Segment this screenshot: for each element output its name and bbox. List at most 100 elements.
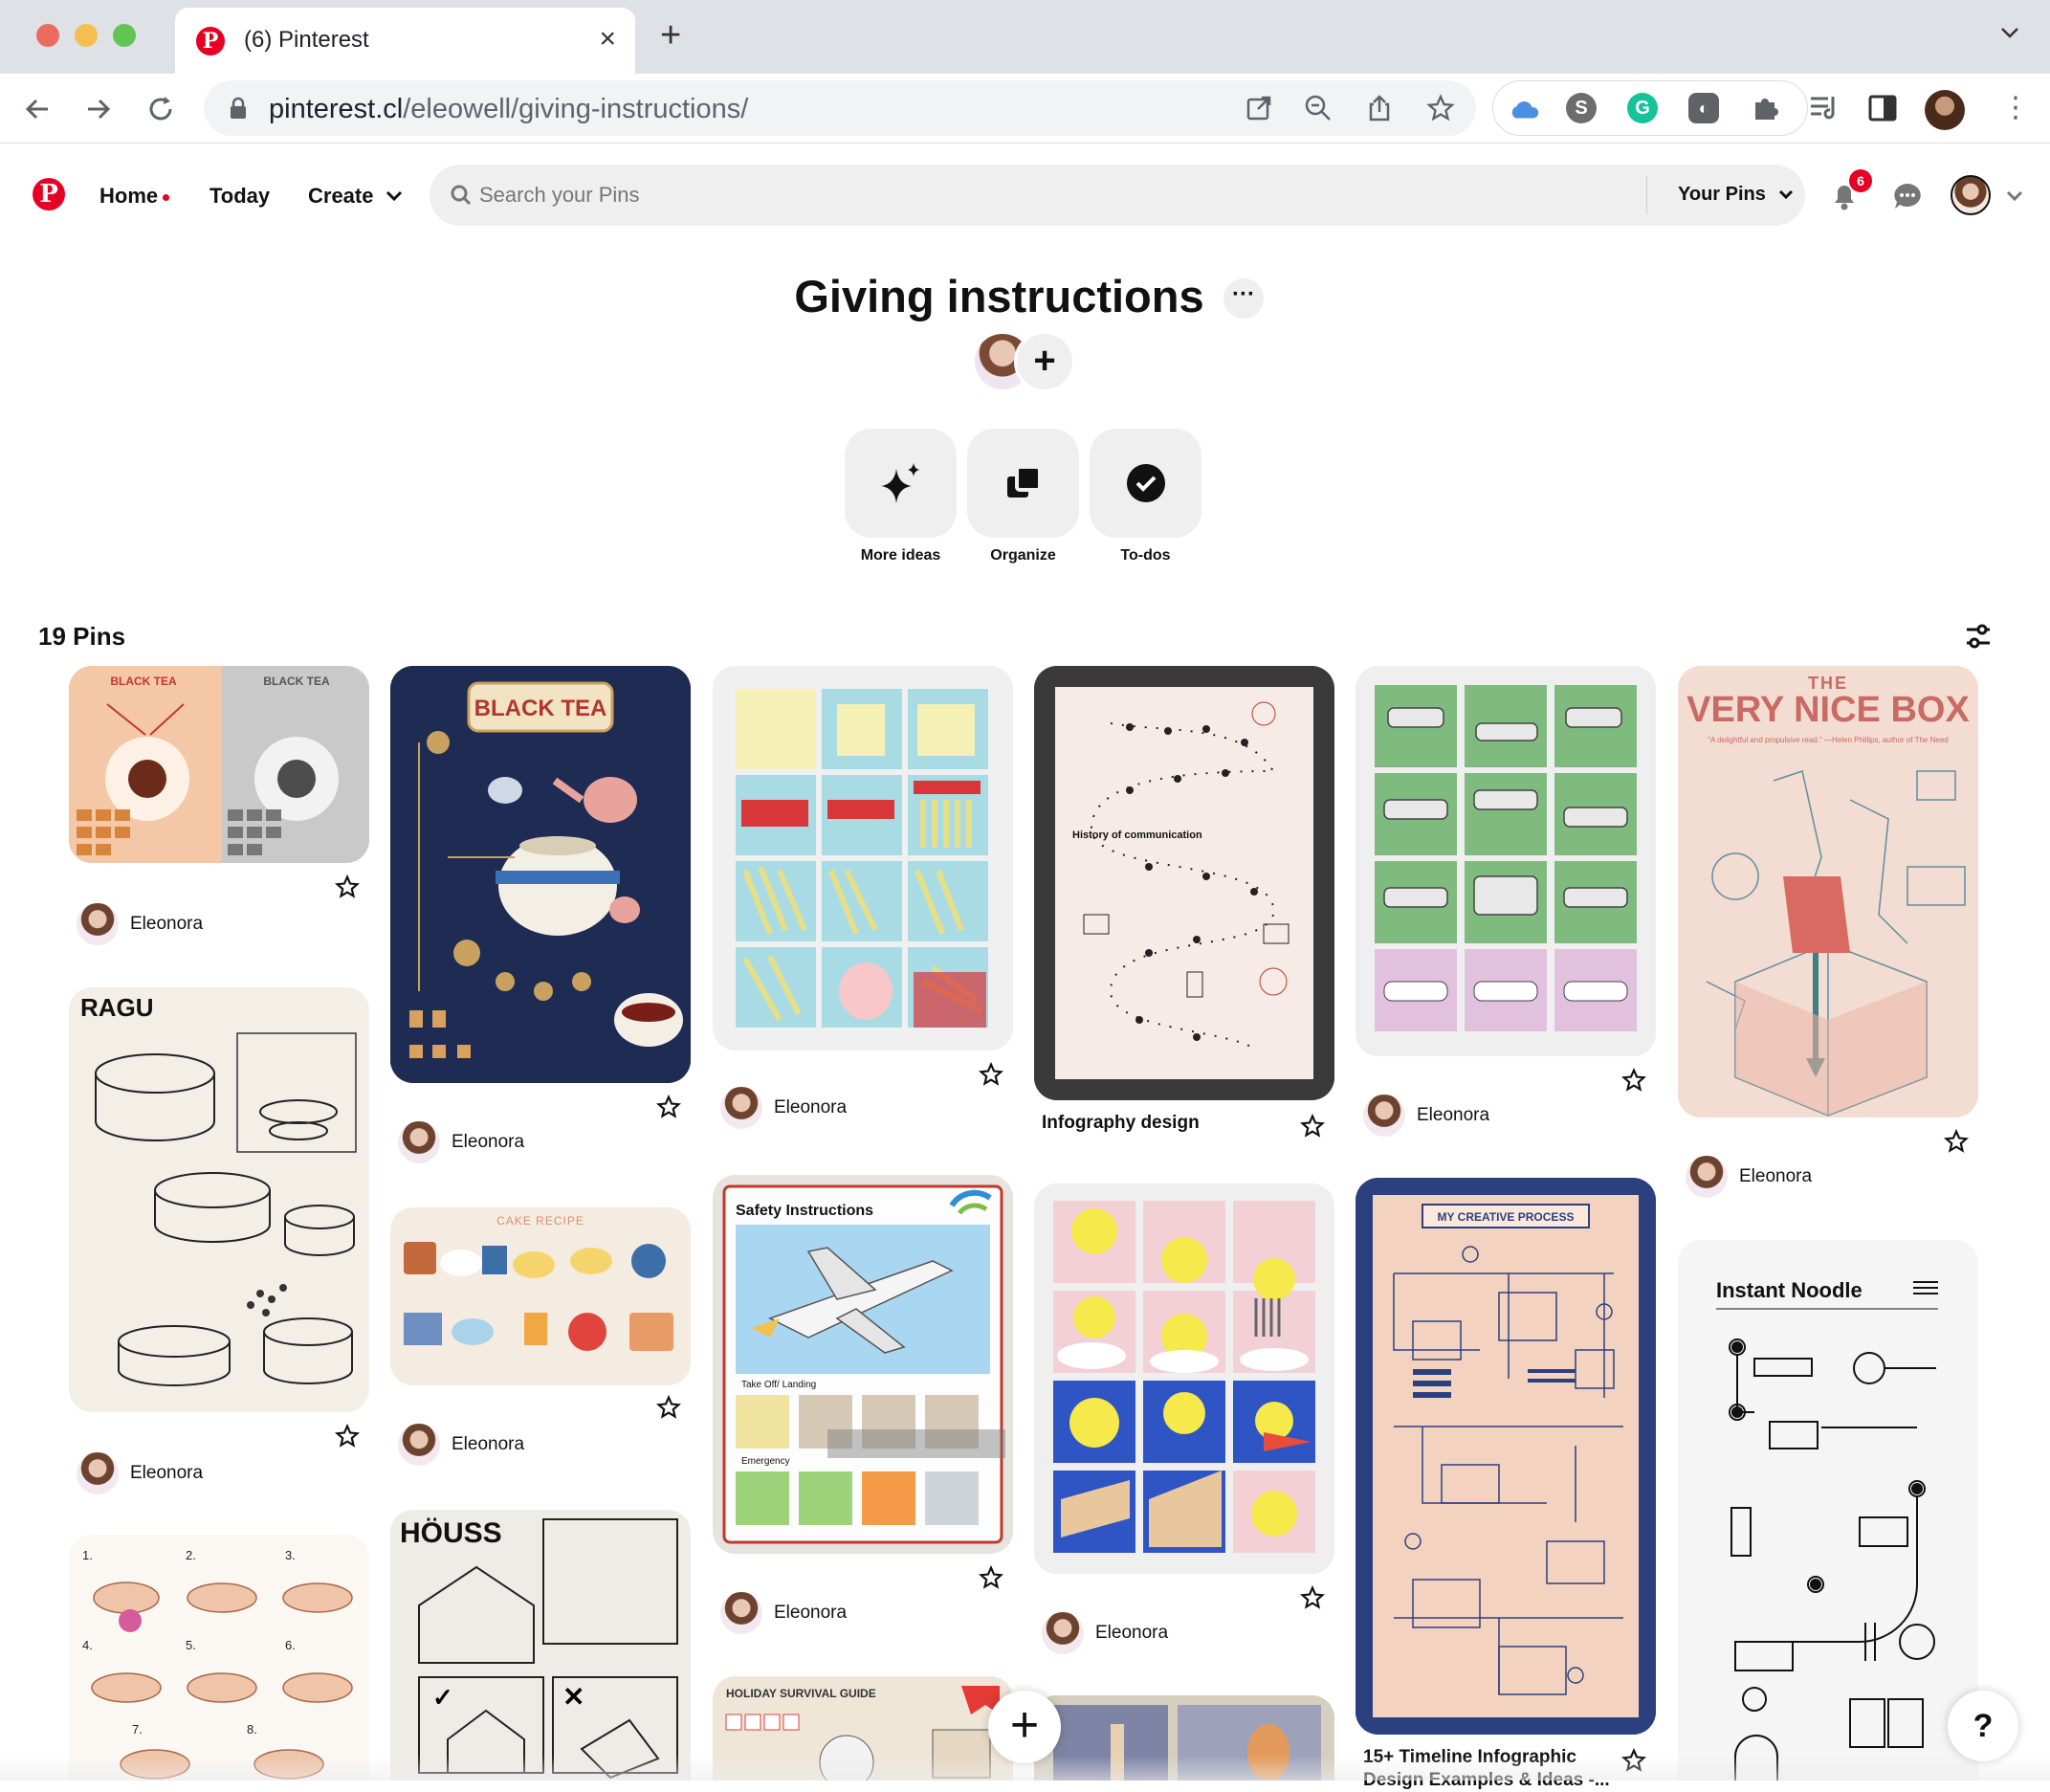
pin-card[interactable]: Instant Noodle [1678,1240,1978,1781]
nav-today[interactable]: Today [209,184,270,209]
browser-toolbar: pinterest.cl/eleowell/giving-instruction… [0,74,2050,144]
extensions-group: S G ◐ [1492,80,1808,136]
favorite-star-icon[interactable] [335,1424,360,1449]
favorite-star-icon[interactable] [335,874,360,899]
favorite-star-icon[interactable] [656,1395,681,1420]
pin-image[interactable] [1356,666,1656,1056]
pin-owner[interactable]: Eleonora [720,1087,847,1129]
forward-icon[interactable] [84,95,113,123]
favorite-star-icon[interactable] [656,1095,681,1119]
pin-image[interactable]: BLACK TEA BLACK TEA [69,666,369,863]
favorite-star-icon[interactable] [979,1062,1003,1087]
window-close-button[interactable] [36,24,59,47]
share-icon[interactable] [1365,94,1394,122]
pin-card[interactable]: BLACK TEA BLACK TEA Eleonora [69,666,369,962]
account-chevron-down-icon[interactable] [2005,189,2024,203]
pinterest-logo-icon[interactable]: P [33,178,65,210]
pin-card[interactable]: Eleonora [1034,1184,1334,1654]
favorite-star-icon[interactable] [1944,1129,1969,1154]
pin-image[interactable]: Instant Noodle [1678,1240,1978,1781]
add-collaborator-button[interactable]: + [1014,331,1075,392]
user-avatar[interactable] [1951,175,1991,215]
pin-card[interactable]: History of communication Infography desi… [1034,666,1334,1144]
svg-text:4.: 4. [82,1638,93,1652]
nav-home[interactable]: Home [99,184,170,209]
pin-card[interactable]: Safety Instructions Take Off/ Landing Em… [713,1175,1013,1644]
messages-icon[interactable] [1892,182,1923,210]
pin-image[interactable]: 1. 2. 3. 4. 5. 6. 7. 8. [69,1535,369,1781]
pin-card[interactable]: Eleonora [1356,666,1656,1137]
pin-card[interactable]: Eleonora [713,666,1013,1129]
pin-card[interactable]: THE VERY NICE BOX "A delightful and prop… [1678,666,1978,1202]
organize-button[interactable]: Organize [967,429,1079,564]
pin-image[interactable] [1034,1184,1334,1574]
reading-list-icon[interactable] [1808,93,1841,123]
browser-tab[interactable]: P (6) Pinterest × [175,8,635,74]
svg-text:✕: ✕ [562,1682,584,1712]
screen-capture-extension-icon[interactable]: ◐ [1688,93,1719,123]
pin-card[interactable]: MY CREATIVE PROCESS 15+ Timeline Infogra… [1356,1178,1656,1790]
bookmark-star-icon[interactable] [1426,94,1455,122]
pin-card[interactable]: CAKE RECIPE Eleonora [390,1207,691,1466]
browser-menu-icon[interactable]: ⋮ [2001,91,2030,124]
pin-card[interactable]: BLACK TEA Eleonora [390,666,691,1163]
pin-image[interactable]: MY CREATIVE PROCESS [1356,1178,1656,1735]
tab-close-icon[interactable]: × [599,23,616,55]
favorite-star-icon[interactable] [1300,1114,1325,1139]
zoom-out-icon[interactable] [1304,94,1333,122]
pin-image[interactable]: RAGU [69,987,369,1412]
lock-icon[interactable] [229,97,248,120]
window-zoom-button[interactable] [113,24,136,47]
reload-icon[interactable] [145,94,176,124]
pin-owner[interactable]: Eleonora [1042,1612,1168,1654]
pin-title: Infography design [1042,1113,1200,1133]
favorite-star-icon[interactable] [979,1565,1003,1590]
pin-card[interactable]: 1. 2. 3. 4. 5. 6. 7. 8. [69,1535,369,1781]
pin-image[interactable]: HÖUSS ✓ ✕ [390,1510,691,1781]
filter-settings-icon[interactable] [1964,622,1993,651]
pin-image-text: HÖUSS [400,1517,502,1549]
board-options-button[interactable]: ··· [1223,278,1264,319]
onedrive-extension-icon[interactable] [1509,95,1539,125]
side-panel-icon[interactable] [1867,93,1898,123]
owner-avatar [720,1592,762,1634]
pin-owner[interactable]: Eleonora [398,1121,524,1163]
pin-owner[interactable]: Eleonora [77,1452,203,1494]
search-bar[interactable]: Your Pins [430,165,1805,226]
window-minimize-button[interactable] [75,24,98,47]
pin-card[interactable]: RAGU Eleonora [69,987,369,1494]
favorite-star-icon[interactable] [1621,1068,1646,1093]
pin-image[interactable]: CAKE RECIPE [390,1207,691,1385]
pin-owner[interactable]: Eleonora [720,1592,847,1634]
extensions-puzzle-icon[interactable] [1750,93,1780,123]
more-ideas-button[interactable]: More ideas [845,429,957,564]
todos-button[interactable]: To-dos [1090,429,1201,564]
grammarly-extension-icon[interactable]: G [1627,93,1658,123]
pin-owner[interactable]: Eleonora [398,1424,524,1466]
pin-image[interactable] [713,666,1013,1051]
address-bar[interactable]: pinterest.cl/eleowell/giving-instruction… [204,80,1476,136]
favorite-star-icon[interactable] [1300,1585,1325,1610]
new-tab-button[interactable]: + [660,15,681,56]
pin-image[interactable]: Safety Instructions Take Off/ Landing Em… [713,1175,1013,1554]
search-scope-dropdown[interactable]: Your Pins [1678,184,1794,206]
tab-search-chevron-icon[interactable] [1998,21,2021,44]
open-in-app-icon[interactable] [1245,94,1273,122]
add-pin-button[interactable]: + [988,1691,1061,1763]
nav-create[interactable]: Create [308,184,403,209]
skype-extension-icon[interactable]: S [1566,93,1597,123]
pin-image-text: CAKE RECIPE [496,1214,584,1228]
pin-image[interactable]: History of communication [1034,666,1334,1100]
back-icon[interactable] [23,95,52,123]
pin-owner[interactable]: Eleonora [1363,1095,1489,1137]
help-button[interactable]: ? [1948,1691,2018,1761]
pin-image[interactable]: BLACK TEA [390,666,691,1083]
pin-card[interactable]: HÖUSS ✓ ✕ [390,1510,691,1781]
pin-image[interactable]: THE VERY NICE BOX "A delightful and prop… [1678,666,1978,1117]
pin-owner[interactable]: Eleonora [1686,1156,1812,1198]
search-input[interactable] [479,176,1532,214]
chevron-down-icon [386,190,402,202]
url-text[interactable]: pinterest.cl/eleowell/giving-instruction… [269,94,748,125]
profile-avatar[interactable] [1925,90,1965,130]
pin-owner[interactable]: Eleonora [77,903,203,945]
